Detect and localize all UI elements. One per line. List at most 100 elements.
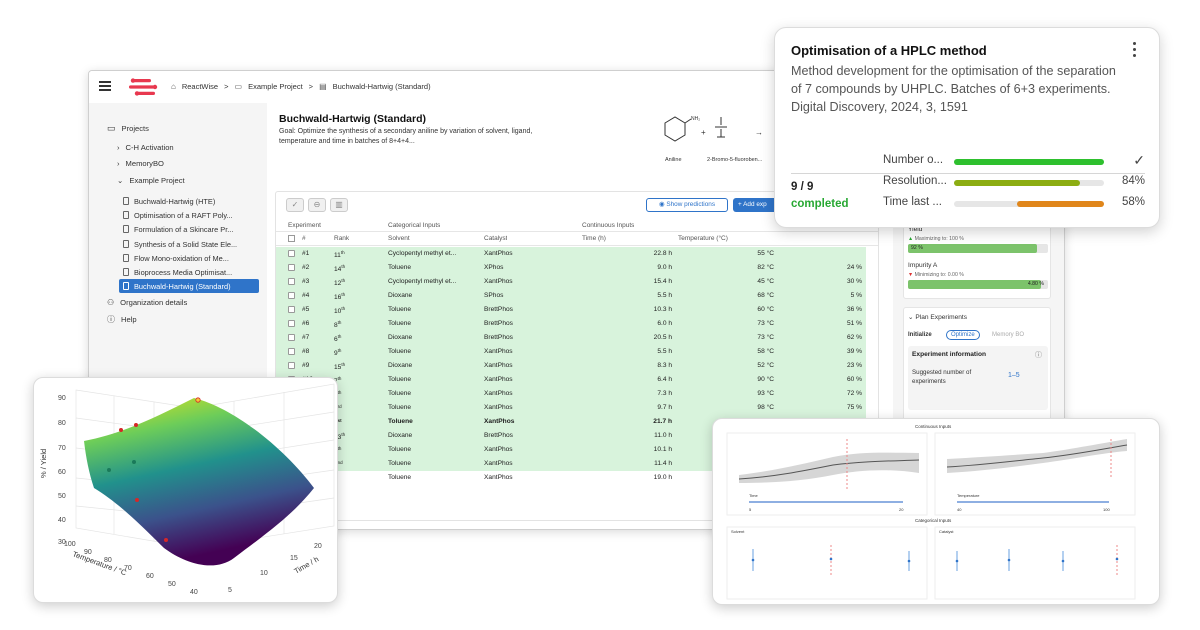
- cell-n: #3: [302, 278, 310, 285]
- row-checkbox[interactable]: [288, 334, 295, 341]
- document-icon: [123, 211, 129, 219]
- svg-text:NH₂: NH₂: [691, 116, 700, 122]
- show-predictions-label: Show predictions: [666, 201, 716, 208]
- sidebar-help[interactable]: ⓘ Help: [107, 314, 137, 325]
- cell-time: 11.4 h: [654, 460, 672, 467]
- sidebar-item-project[interactable]: Bioprocess Media Optimisat...: [123, 266, 257, 278]
- info-icon[interactable]: ⓘ: [1035, 350, 1042, 360]
- sidebar-item-label: Buchwald-Hartwig (Standard): [134, 281, 231, 291]
- cell-temp: 73 °C: [757, 334, 774, 341]
- reactwise-logo: [129, 78, 158, 96]
- row-checkbox[interactable]: [288, 306, 295, 313]
- y-tick: 40: [58, 517, 66, 524]
- document-icon: [123, 268, 129, 276]
- breadcrumb-page[interactable]: Buchwald-Hartwig (Standard): [333, 82, 431, 91]
- header-solvent[interactable]: Solvent: [388, 235, 410, 242]
- minus-circle-icon[interactable]: ⊖: [308, 198, 326, 212]
- row-checkbox[interactable]: [288, 348, 295, 355]
- plan-header[interactable]: ⌄ Plan Experiments: [908, 313, 967, 321]
- add-experiment-label: Add exp: [743, 201, 767, 208]
- header-number[interactable]: #: [302, 235, 306, 242]
- tab-optimize[interactable]: Optimize: [946, 330, 980, 340]
- header-temperature[interactable]: Temperature (°C): [678, 235, 728, 242]
- row-checkbox[interactable]: [288, 264, 295, 271]
- cell-yield: 72 %: [846, 390, 862, 397]
- plan-title: Plan Experiments: [915, 314, 968, 321]
- table-row[interactable]: #1 Cyclopentyl methyl et... XantPhos 22.8 h…: [276, 247, 866, 261]
- cell-yield: 23 %: [846, 362, 862, 369]
- breadcrumb-project[interactable]: Example Project: [248, 82, 303, 91]
- hplc-card-title: Optimisation of a HPLC method: [791, 43, 987, 58]
- cell-solvent: Cyclopentyl methyl et...: [388, 278, 457, 285]
- yield-bar-fill: [908, 244, 1037, 253]
- cell-solvent: Toluene: [388, 264, 412, 271]
- table-row[interactable]: #9 Dioxane XantPhos 8.3 h 52 °C 23 % 15th: [276, 359, 866, 373]
- cell-temp: 52 °C: [757, 362, 774, 369]
- sidebar-item-project[interactable]: Optimisation of a RAFT Poly...: [123, 209, 257, 221]
- row-checkbox[interactable]: [288, 278, 295, 285]
- sidebar-group-ch-activation[interactable]: › C-H Activation: [117, 143, 174, 152]
- cell-catalyst: XantPhos: [484, 278, 513, 285]
- table-row[interactable]: #4 Dioxane SPhos 5.5 h 68 °C 5 % 16th: [276, 289, 866, 303]
- cell-catalyst: XantPhos: [484, 446, 513, 453]
- row-checkbox[interactable]: [288, 362, 295, 369]
- row-checkbox[interactable]: [288, 320, 295, 327]
- trash-icon[interactable]: ▥: [330, 198, 348, 212]
- show-predictions-button[interactable]: ◉ Show predictions: [646, 198, 728, 212]
- tab-memory-bo[interactable]: Memory BO: [992, 332, 1024, 338]
- menu-icon[interactable]: [99, 81, 111, 91]
- table-row[interactable]: #11TolueneXantPhos7.3 h93 °C72 %4th: [276, 387, 866, 401]
- impurity-value: 4.80 %: [1027, 281, 1044, 287]
- kebab-menu-icon[interactable]: [1133, 42, 1137, 60]
- table-row[interactable]: #6 Toluene BrettPhos 6.0 h 73 °C 51 % 8th: [276, 317, 866, 331]
- cell-catalyst: BrettPhos: [484, 320, 513, 327]
- svg-text:+: +: [701, 128, 706, 137]
- sidebar-item-project[interactable]: Synthesis of a Solid State Ele...: [123, 238, 257, 250]
- page-goal: Goal: Optimize the synthesis of a second…: [279, 128, 533, 145]
- row-checkbox[interactable]: [288, 250, 295, 257]
- cell-catalyst: XantPhos: [484, 348, 513, 355]
- header-rank[interactable]: Rank: [334, 235, 349, 242]
- table-row[interactable]: #7 Dioxane BrettPhos 20.5 h 73 °C 62 % 6th: [276, 331, 866, 345]
- sidebar-group-example-project[interactable]: ⌄ Example Project: [117, 176, 185, 185]
- slider-max: 100: [1103, 507, 1110, 512]
- table-row[interactable]: #3 Cyclopentyl methyl et... XantPhos 15.4 h…: [276, 275, 866, 289]
- sidebar-item-project[interactable]: Formulation of a Skincare Pr...: [123, 223, 257, 235]
- table-row[interactable]: #5 Toluene BrettPhos 10.3 h 60 °C 36 % 10th: [276, 303, 866, 317]
- home-icon: ⌂: [171, 82, 176, 91]
- cell-n: #1: [302, 250, 310, 257]
- sidebar-projects[interactable]: ▭ Projects: [107, 123, 149, 134]
- table-row[interactable]: #2 Toluene XPhos 9.0 h 82 °C 24 % 14th: [276, 261, 866, 275]
- yield-target-text: Maximizing to: 100 %: [914, 236, 964, 242]
- sidebar-item-project[interactable]: Buchwald-Hartwig (HTE): [123, 195, 257, 207]
- experiment-info-title: Experiment information: [912, 351, 987, 358]
- column-header: # Rank Solvent Catalyst Time (h) Tempera…: [276, 232, 878, 246]
- row-checkbox[interactable]: [288, 292, 295, 299]
- table-row[interactable]: #10TolueneXantPhos6.4 h90 °C60 %7th: [276, 373, 866, 387]
- sidebar-help-label: Help: [121, 315, 137, 324]
- impurity-bar-fill: [908, 280, 1042, 289]
- sidebar-organization[interactable]: ⚇ Organization details: [107, 298, 187, 307]
- header-time[interactable]: Time (h): [582, 235, 606, 242]
- select-all-checkbox[interactable]: [288, 235, 295, 242]
- page-title: Buchwald-Hartwig (Standard): [279, 113, 427, 125]
- cell-rank: 3rd: [334, 404, 374, 413]
- svg-text:→: →: [755, 128, 763, 137]
- cell-n: #9: [302, 362, 310, 369]
- breadcrumb-root[interactable]: ReactWise: [182, 82, 218, 91]
- rank-suffix: th: [337, 446, 342, 451]
- experiment-info-box: Experiment information ⓘ Suggested numbe…: [908, 346, 1048, 410]
- cell-rank: 1st: [334, 418, 374, 427]
- header-catalyst[interactable]: Catalyst: [484, 235, 507, 242]
- tab-initialize[interactable]: Initialize: [908, 332, 932, 338]
- sidebar-item-project[interactable]: Flow Mono-oxidation of Me...: [123, 252, 257, 264]
- sidebar-group-memorybo[interactable]: › MemoryBO: [117, 159, 164, 168]
- sidebar-item-active-project[interactable]: Buchwald-Hartwig (Standard): [119, 279, 259, 293]
- table-row[interactable]: Toluene XantPhos 9.7 h 98 °C 75 % 3rd: [276, 401, 866, 415]
- check-icon[interactable]: ✓: [286, 198, 304, 212]
- table-row[interactable]: #8 Toluene XantPhos 5.5 h 58 °C 39 % 9th: [276, 345, 866, 359]
- hplc-project-card[interactable]: Optimisation of a HPLC method Method dev…: [774, 27, 1160, 228]
- suggested-label: Suggested number of experiments: [912, 369, 972, 385]
- data-point: [164, 538, 168, 542]
- category-point: [1061, 559, 1065, 563]
